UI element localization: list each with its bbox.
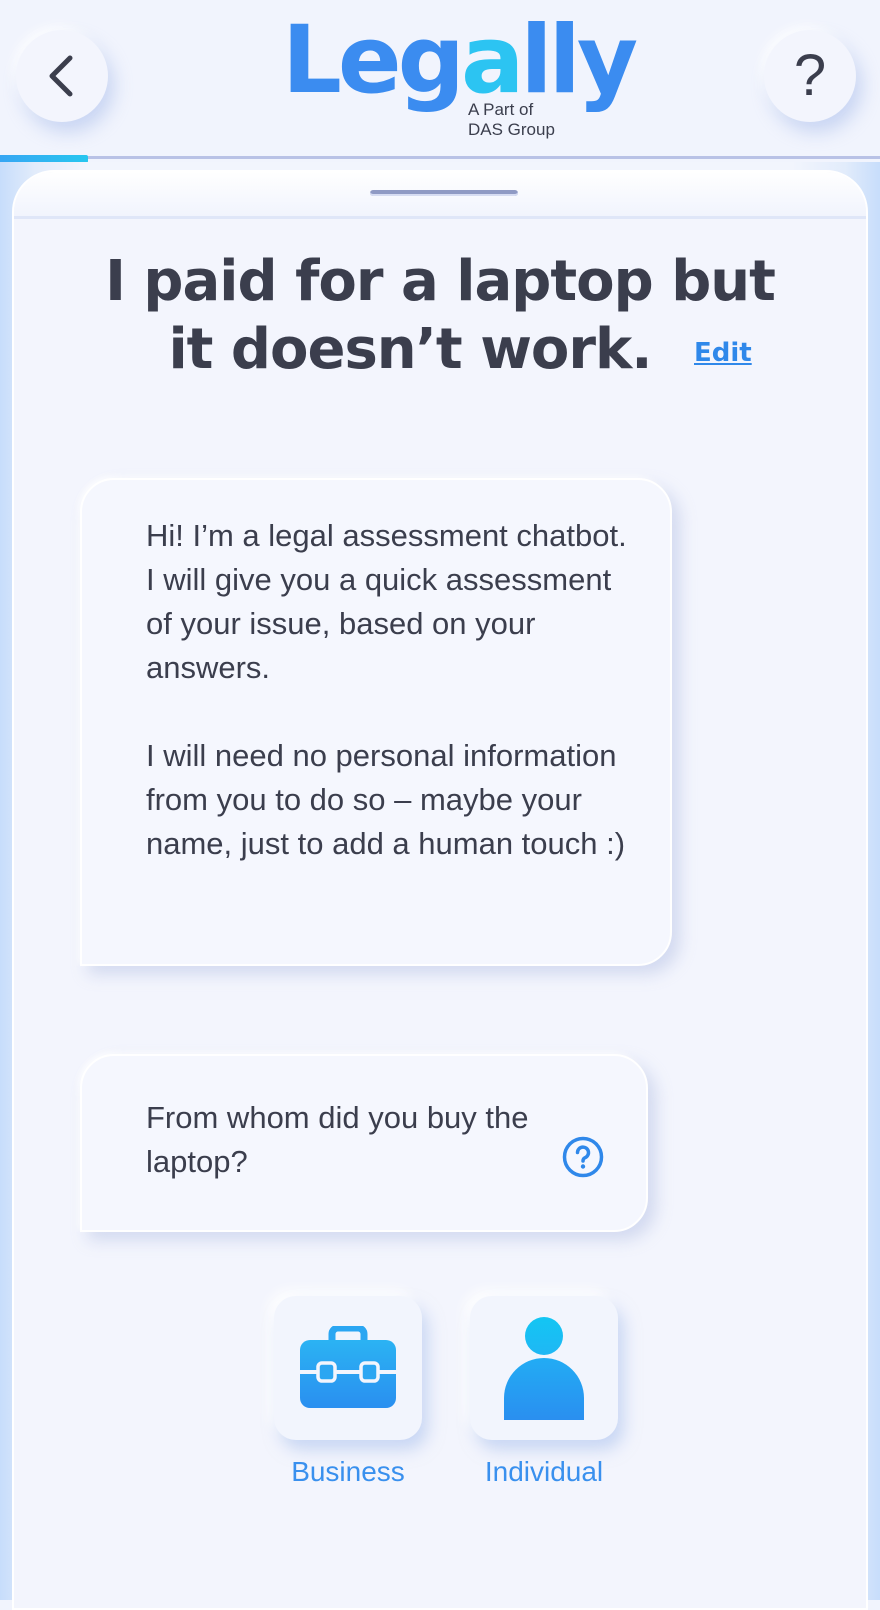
sheet-drag-handle[interactable] xyxy=(370,190,518,196)
logo-wordmark: Legally xyxy=(282,14,638,108)
intro-paragraph-2: I will need no personal information from… xyxy=(146,738,626,861)
briefcase-icon xyxy=(300,1326,396,1408)
question-circle-icon[interactable] xyxy=(562,1136,604,1178)
app-header: Legally A Part of DAS Group ? xyxy=(0,0,880,156)
logo-subtitle-line1: A Part of xyxy=(468,100,534,119)
page-title-line2-text: it doesn’t work. xyxy=(168,317,652,382)
help-button[interactable]: ? xyxy=(764,30,856,122)
logo-subtitle: A Part of DAS Group xyxy=(468,100,555,140)
intro-paragraph-1: Hi! I’m a legal assessment chatbot. I wi… xyxy=(146,518,627,685)
option-business-tile[interactable] xyxy=(274,1296,422,1440)
question-bubble: From whom did you buy the laptop? xyxy=(80,1054,648,1232)
logo-part-le: Leg xyxy=(282,6,465,115)
question-text: From whom did you buy the laptop? xyxy=(146,1100,529,1179)
option-business-label: Business xyxy=(291,1456,405,1487)
back-button[interactable] xyxy=(16,30,108,122)
person-icon xyxy=(504,1317,584,1420)
option-individual-tile[interactable] xyxy=(470,1296,618,1440)
logo-part-lly: lly xyxy=(520,6,638,115)
logo-part-a: a xyxy=(460,6,524,115)
page-title-line2: it doesn’t work. xyxy=(100,316,780,384)
option-business[interactable]: Business xyxy=(274,1296,422,1488)
option-individual-label: Individual xyxy=(484,1456,604,1487)
page-title: I paid for a laptop but it doesn’t work. xyxy=(100,248,780,384)
chatbot-intro-bubble: Hi! I’m a legal assessment chatbot. I wi… xyxy=(80,478,672,966)
edit-link[interactable]: Edit xyxy=(694,338,752,368)
question-mark-icon: ? xyxy=(793,43,827,108)
chevron-left-icon xyxy=(49,55,73,97)
logo-subtitle-line2: DAS Group xyxy=(468,120,555,139)
option-individual[interactable]: Individual xyxy=(470,1296,618,1488)
page-title-line1: I paid for a laptop but xyxy=(105,249,776,314)
progress-track xyxy=(0,156,880,159)
legally-logo: Legally A Part of DAS Group xyxy=(282,14,638,146)
